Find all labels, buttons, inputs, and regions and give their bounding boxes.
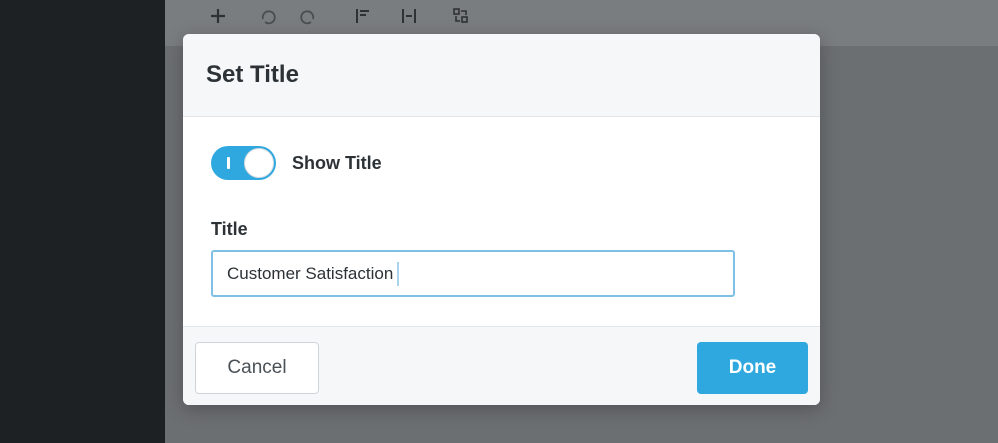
toggle-on-indicator <box>227 157 230 169</box>
redo-icon[interactable] <box>297 5 319 27</box>
left-sidebar <box>0 0 165 443</box>
undo-icon[interactable] <box>257 5 279 27</box>
cancel-button[interactable]: Cancel <box>195 342 319 394</box>
dialog-header: Set Title <box>183 34 820 117</box>
show-title-toggle[interactable] <box>211 146 276 180</box>
toggle-knob <box>244 148 274 178</box>
set-title-dialog: Set Title Show Title Title Customer Sati… <box>183 34 820 405</box>
dialog-footer: Cancel Done <box>183 326 820 405</box>
title-field-label: Title <box>211 219 248 239</box>
text-caret <box>397 261 400 286</box>
align-left-icon[interactable] <box>352 5 374 27</box>
done-button[interactable]: Done <box>697 342 808 394</box>
layout-icon[interactable] <box>450 5 472 27</box>
show-title-row: Show Title <box>211 146 382 180</box>
plus-icon[interactable] <box>207 5 229 27</box>
title-input-value: Customer Satisfaction <box>227 263 394 283</box>
show-title-label: Show Title <box>292 152 382 173</box>
dialog-title: Set Title <box>206 61 299 88</box>
align-center-icon[interactable] <box>398 5 420 27</box>
title-input[interactable]: Customer Satisfaction <box>211 250 735 297</box>
